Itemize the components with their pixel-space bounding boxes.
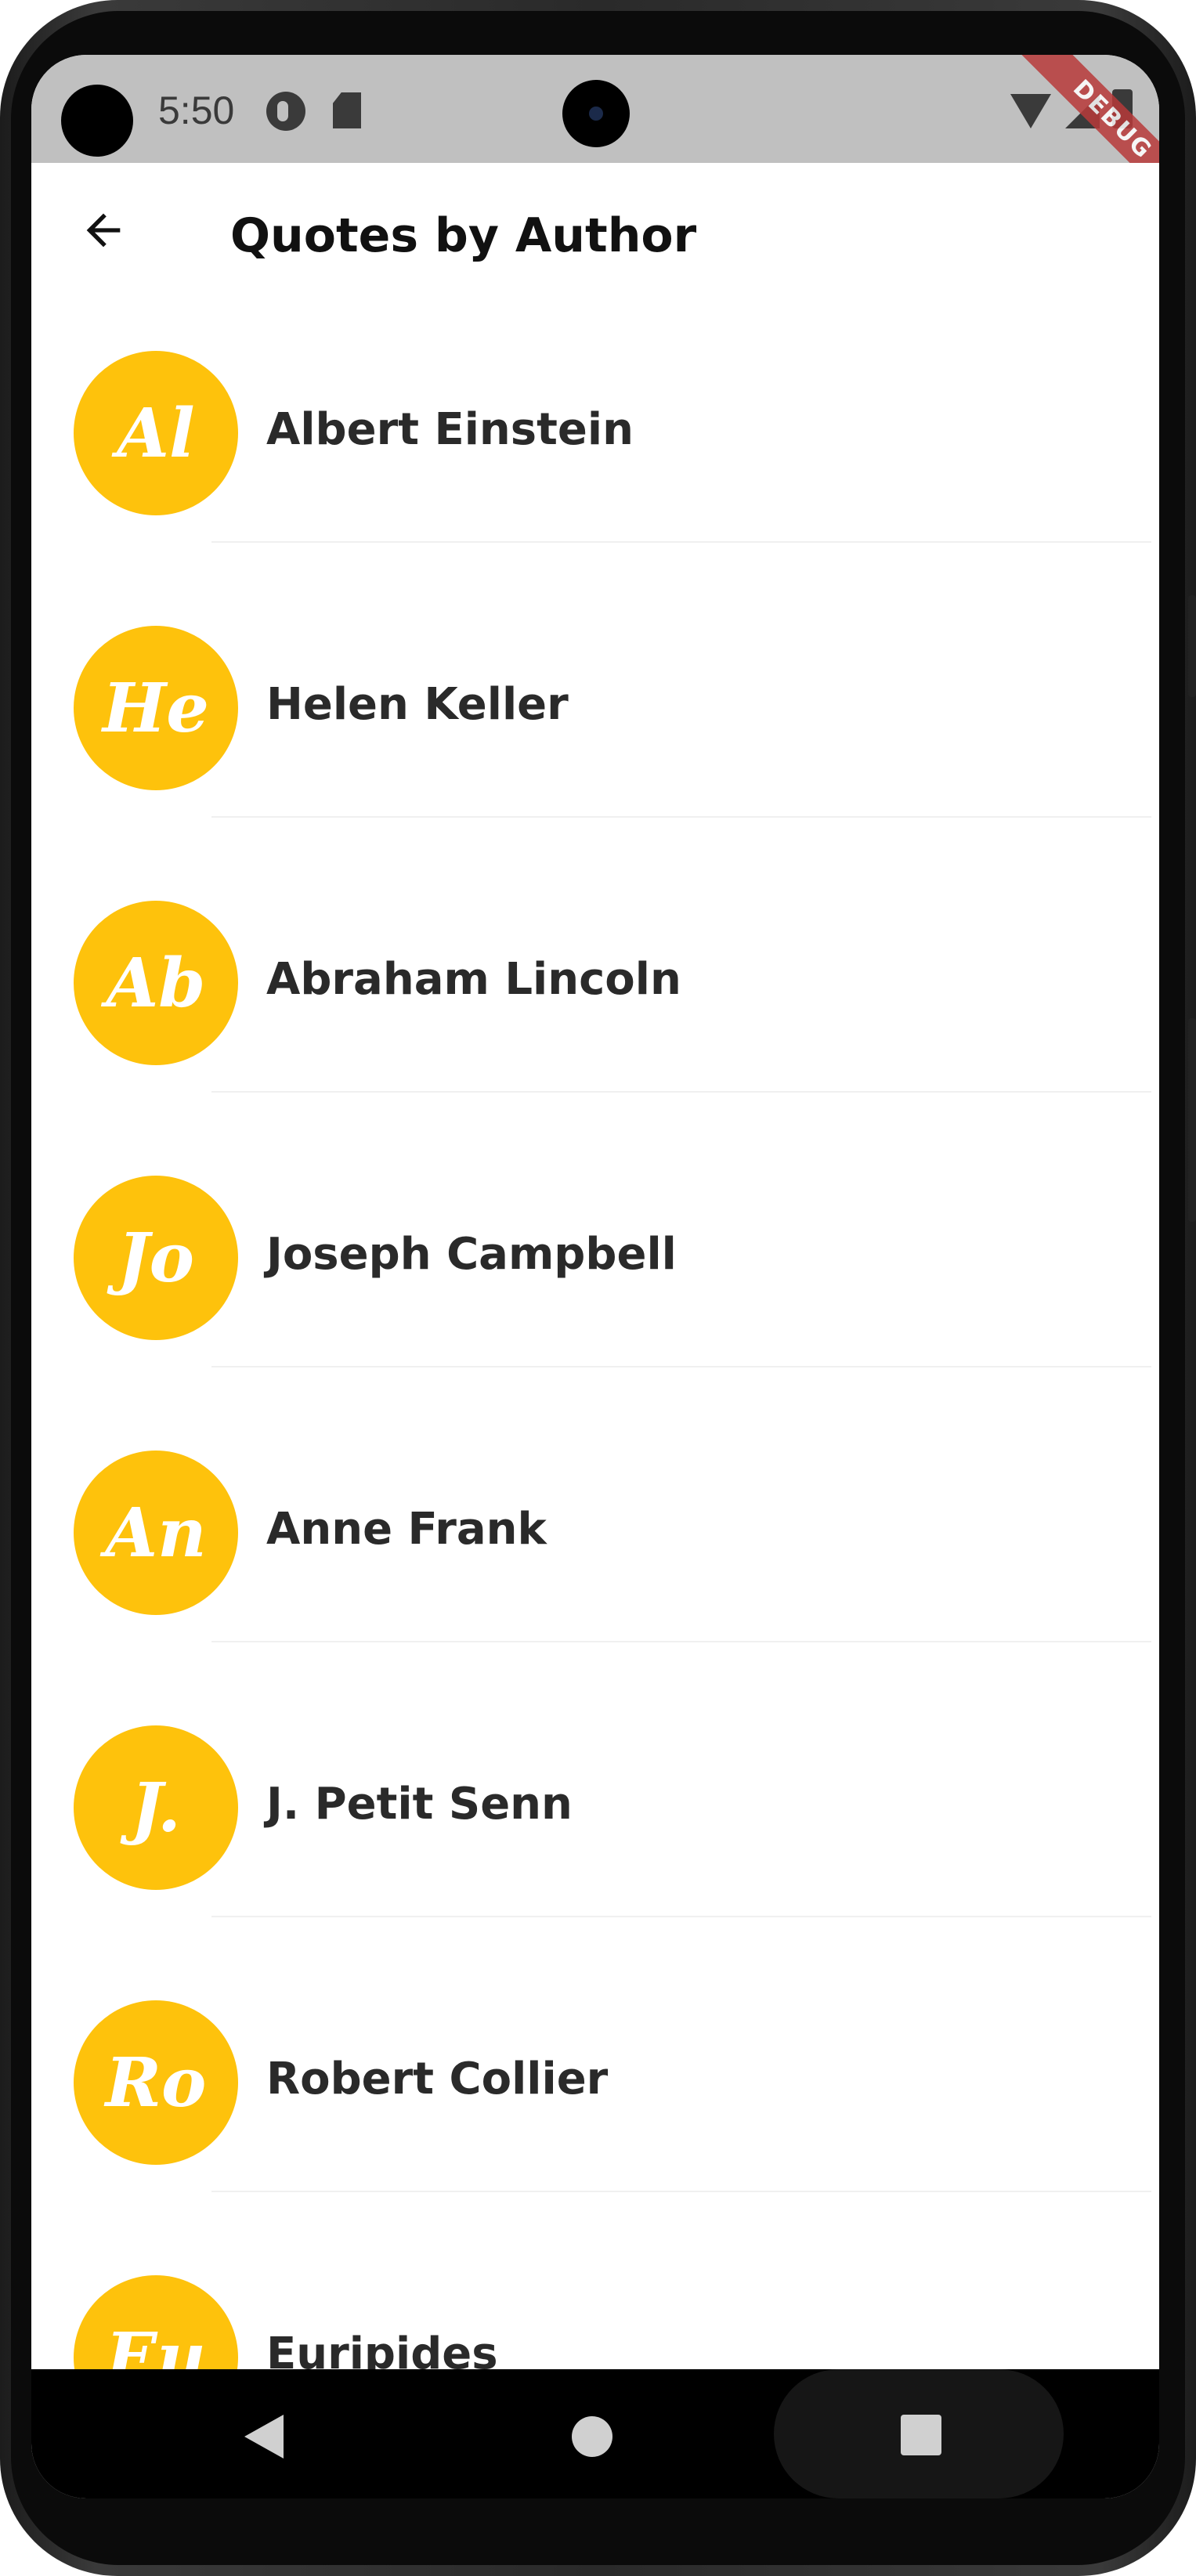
author-list: Al Albert Einstein He Helen Keller Ab Ab…: [31, 351, 1159, 2498]
app-notification-icon: [266, 92, 305, 131]
recents-square-icon[interactable]: [901, 2415, 941, 2455]
front-camera-icon: [562, 80, 630, 147]
author-name: Joseph Campbell: [266, 1229, 677, 1280]
status-time: 5:50: [158, 89, 235, 132]
author-name: Anne Frank: [266, 1504, 547, 1555]
avatar: An: [74, 1451, 238, 1615]
list-item-author[interactable]: Ab Abraham Lincoln: [31, 901, 1159, 1176]
page-title: Quotes by Author: [230, 208, 697, 263]
list-item-author[interactable]: Al Albert Einstein: [31, 351, 1159, 626]
camera-punch-hole: [61, 85, 133, 157]
phone-frame: 5:50 DEBUG Quotes by Author Al Albert Ei…: [0, 0, 1196, 2576]
home-circle-icon[interactable]: [572, 2416, 612, 2457]
back-triangle-icon[interactable]: [244, 2415, 284, 2459]
status-bar: 5:50 DEBUG: [31, 55, 1159, 216]
author-name: J. Petit Senn: [266, 1779, 573, 1830]
back-button[interactable]: [72, 199, 135, 262]
author-name: Abraham Lincoln: [266, 954, 681, 1005]
avatar: J.: [74, 1725, 238, 1890]
divider: [211, 541, 1151, 543]
sd-card-icon: [333, 92, 361, 128]
divider: [211, 1641, 1151, 1642]
author-name: Albert Einstein: [266, 404, 634, 455]
divider: [211, 2191, 1151, 2192]
author-name: Helen Keller: [266, 679, 569, 730]
divider: [211, 1366, 1151, 1367]
volume-button: [1188, 1018, 1196, 1222]
power-button: [1188, 595, 1196, 697]
divider: [211, 816, 1151, 818]
avatar: Al: [74, 351, 238, 515]
avatar: He: [74, 626, 238, 790]
divider: [211, 1916, 1151, 1917]
author-name: Robert Collier: [266, 2054, 609, 2105]
list-item-author[interactable]: J. J. Petit Senn: [31, 1725, 1159, 2000]
list-item-author[interactable]: He Helen Keller: [31, 626, 1159, 901]
divider: [211, 1091, 1151, 1093]
wifi-icon: [1010, 94, 1051, 128]
avatar: Jo: [74, 1176, 238, 1340]
avatar: Ro: [74, 2000, 238, 2165]
app-bar: Quotes by Author: [31, 163, 1159, 296]
list-item-author[interactable]: An Anne Frank: [31, 1451, 1159, 1725]
list-item-author[interactable]: Ro Robert Collier: [31, 2000, 1159, 2275]
arrow-left-icon: [86, 213, 121, 247]
navigation-bar: [31, 2369, 1159, 2498]
list-item-author[interactable]: Jo Joseph Campbell: [31, 1176, 1159, 1451]
screen: 5:50 DEBUG Quotes by Author Al Albert Ei…: [31, 55, 1159, 2498]
avatar: Ab: [74, 901, 238, 1065]
